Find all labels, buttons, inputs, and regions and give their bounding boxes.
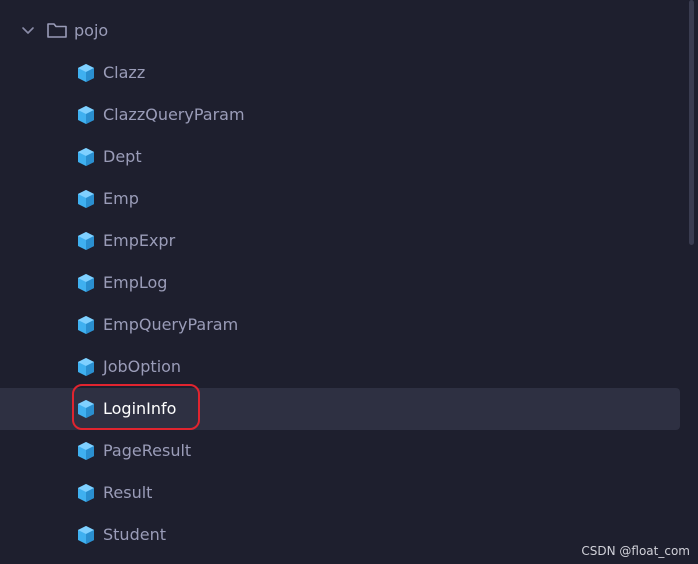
file-item-label: PageResult — [103, 441, 192, 460]
java-class-icon — [77, 357, 95, 377]
file-item-label: Dept — [103, 147, 142, 166]
folder-icon — [47, 23, 67, 38]
file-item-result[interactable]: Result — [0, 472, 680, 514]
file-item-label: Clazz — [103, 63, 146, 82]
file-item-emplog[interactable]: EmpLog — [0, 262, 680, 304]
file-item-empexpr[interactable]: EmpExpr — [0, 220, 680, 262]
java-class-icon — [77, 189, 95, 209]
java-class-icon — [77, 315, 95, 335]
java-class-icon — [77, 63, 95, 83]
java-class-icon — [77, 483, 95, 503]
java-class-icon — [77, 273, 95, 293]
file-item-label: JobOption — [103, 357, 182, 376]
file-item-label: EmpExpr — [103, 231, 176, 250]
file-item-label: EmpQueryParam — [103, 315, 239, 334]
java-class-icon — [77, 231, 95, 251]
file-item-label: ClazzQueryParam — [103, 105, 245, 124]
java-class-icon — [77, 441, 95, 461]
file-list: Clazz ClazzQueryParam Dept Emp EmpExpr EmpLog… — [0, 52, 680, 556]
java-class-icon — [77, 147, 95, 167]
java-class-icon — [77, 105, 95, 125]
java-class-icon — [77, 399, 95, 419]
file-item-label: EmpLog — [103, 273, 168, 292]
chevron-down-icon[interactable] — [20, 23, 36, 39]
file-item-empqueryparam[interactable]: EmpQueryParam — [0, 304, 680, 346]
folder-row-pojo[interactable]: pojo — [0, 10, 680, 52]
file-item-dept[interactable]: Dept — [0, 136, 680, 178]
file-item-label: Emp — [103, 189, 139, 208]
java-class-icon — [77, 525, 95, 545]
file-item-clazz[interactable]: Clazz — [0, 52, 680, 94]
file-item-logininfo[interactable]: LoginInfo — [0, 388, 680, 430]
vertical-scrollbar[interactable] — [689, 0, 694, 245]
file-item-joboption[interactable]: JobOption — [0, 346, 680, 388]
watermark: CSDN @float_com — [581, 544, 690, 558]
file-item-label: LoginInfo — [103, 399, 177, 418]
file-item-label: Result — [103, 483, 153, 502]
folder-label: pojo — [74, 21, 109, 40]
project-tree-panel: pojo Clazz ClazzQueryParam Dept Emp EmpExpr E… — [0, 0, 698, 564]
file-item-clazzqueryparam[interactable]: ClazzQueryParam — [0, 94, 680, 136]
file-item-label: Student — [103, 525, 166, 544]
file-item-pageresult[interactable]: PageResult — [0, 430, 680, 472]
file-item-emp[interactable]: Emp — [0, 178, 680, 220]
file-item-student[interactable]: Student — [0, 514, 680, 556]
